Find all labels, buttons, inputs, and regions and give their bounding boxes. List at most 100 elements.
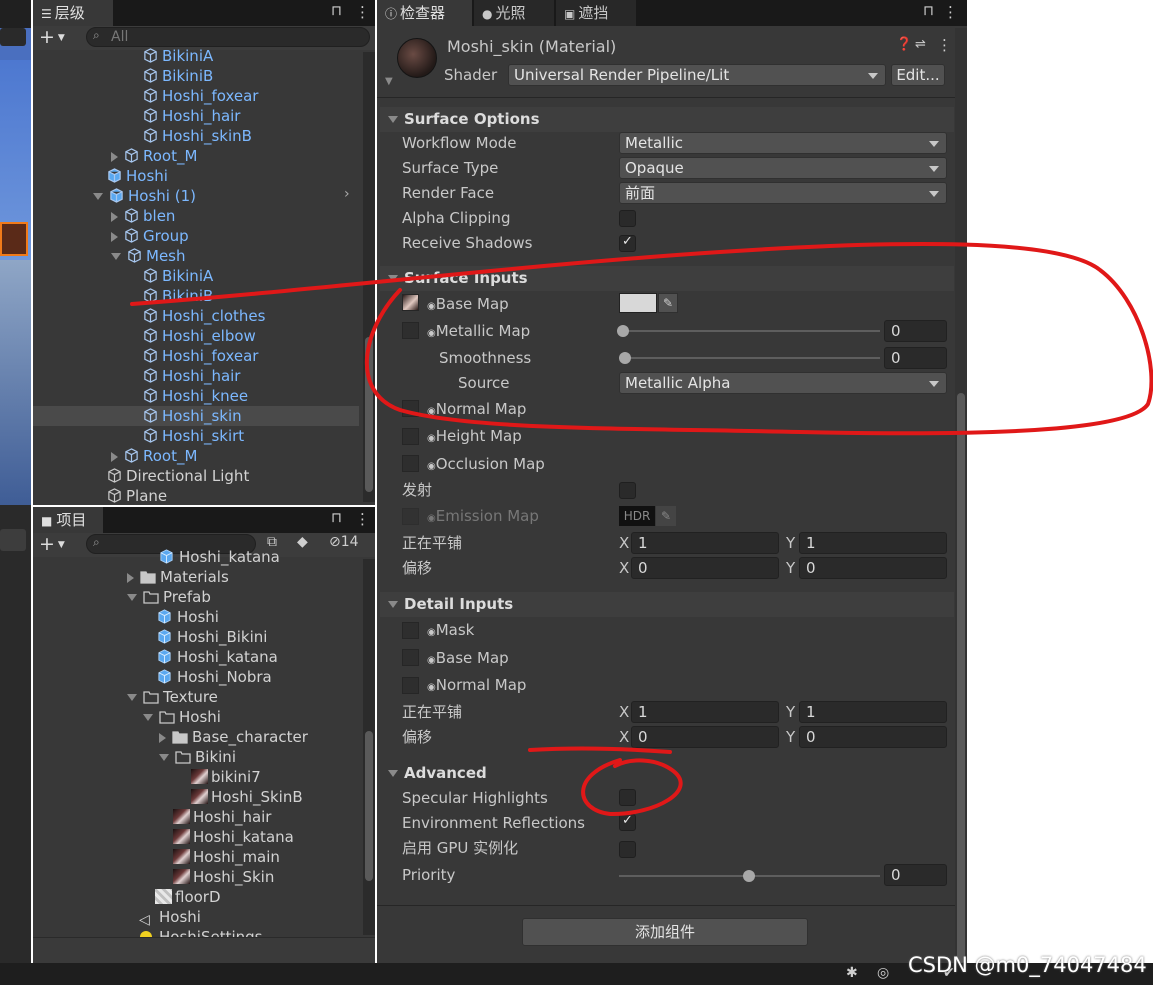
eyedropper-icon[interactable]: ✎ [658,293,678,313]
lock-icon[interactable]: ⊓ [923,3,934,19]
tab-project[interactable]: ■ 项目 [33,507,103,533]
hierarchy-item[interactable]: Hoshi_foxear [33,86,359,106]
hierarchy-item[interactable]: Plane [33,486,359,505]
collapsed-arrow-icon[interactable] [111,231,118,242]
add-component-button[interactable]: 添加组件 [522,918,808,946]
hierarchy-item[interactable]: Root_M [33,446,359,466]
expanded-arrow-icon[interactable] [143,714,153,721]
hierarchy-item[interactable]: blen [33,206,359,226]
project-item[interactable]: Bikini [33,747,359,767]
collapsed-arrow-icon[interactable] [159,732,166,743]
section-advanced[interactable]: Advanced [380,761,954,786]
expanded-arrow-icon[interactable] [93,193,103,200]
hierarchy-item[interactable]: Directional Light [33,466,359,486]
tiling-x-field[interactable]: 1 [631,532,779,554]
collapsed-arrow-icon[interactable] [111,451,118,462]
hierarchy-scrollbar[interactable] [363,52,375,502]
tiling-y-field[interactable]: 1 [799,532,947,554]
project-item[interactable]: Hoshi_katana [33,827,359,847]
workflow-mode-dropdown[interactable]: Metallic [619,132,947,154]
hierarchy-item[interactable]: BikiniA [33,266,359,286]
hierarchy-item[interactable]: Hoshi_clothes [33,306,359,326]
add-object-button[interactable]: + ▼ [39,27,77,47]
scene-view-strip[interactable] [0,0,31,505]
inspector-scrollbar[interactable] [955,28,967,963]
tab-hierarchy[interactable]: ☰ 层级 [33,0,113,26]
hierarchy-item[interactable]: Hoshi_hair [33,106,359,126]
project-item[interactable]: Hoshi_Nobra [33,667,359,687]
metallic-value-field[interactable]: 0 [884,320,947,342]
base-map-texture-slot[interactable] [402,294,419,311]
project-item[interactable]: Hoshi_Skin [33,867,359,887]
expanded-arrow-icon[interactable] [159,754,169,761]
project-item[interactable]: bikini7 [33,767,359,787]
project-item[interactable]: Hoshi [33,607,359,627]
cache-server-icon[interactable]: ◎ [877,965,889,981]
preset-icon[interactable]: ⇌ [915,37,926,52]
hierarchy-item[interactable]: Hoshi_skirt [33,426,359,446]
help-icon[interactable]: ❓ [896,37,912,52]
height-map-texture-slot[interactable] [402,428,419,445]
alpha-clipping-checkbox[interactable] [619,210,636,227]
base-map-color-swatch[interactable] [619,293,657,313]
shader-dropdown[interactable]: Universal Render Pipeline/Lit [508,64,886,86]
project-item[interactable]: Hoshi_hair [33,807,359,827]
project-item[interactable]: Hoshi_Bikini [33,627,359,647]
hierarchy-item[interactable]: Hoshi_knee [33,386,359,406]
receive-shadows-checkbox[interactable]: ✓ [619,234,636,252]
hierarchy-item[interactable]: Mesh [33,246,359,266]
metallic-map-texture-slot[interactable] [402,322,419,339]
detail-base-map-texture-slot[interactable] [402,649,419,666]
project-item[interactable]: ◁ Hoshi [33,907,359,928]
surface-type-dropdown[interactable]: Opaque [619,157,947,179]
project-item[interactable]: Base_character [33,727,359,747]
project-item[interactable]: Hoshi_main [33,847,359,867]
expanded-arrow-icon[interactable] [111,253,121,260]
project-scrollbar[interactable] [363,559,375,935]
smoothness-slider-knob[interactable] [619,352,631,364]
smoothness-slider-track[interactable] [624,357,880,359]
hierarchy-item[interactable]: Hoshi [33,166,359,186]
tab-lighting[interactable]: ● 光照 [474,0,554,26]
chevron-right-icon[interactable]: › [344,186,350,202]
more-menu-icon[interactable]: ⋮ [355,3,370,21]
environment-reflections-checkbox[interactable]: ✓ [619,813,636,831]
tab-occlusion[interactable]: ▣ 遮挡 [556,0,636,26]
priority-value-field[interactable]: 0 [884,864,947,886]
specular-highlights-checkbox[interactable] [619,789,636,806]
detail-normal-map-texture-slot[interactable] [402,677,419,694]
smoothness-value-field[interactable]: 0 [884,347,947,369]
offset-y-field[interactable]: 0 [799,557,947,579]
lock-icon[interactable]: ⊓ [331,3,342,19]
collapsed-arrow-icon[interactable] [111,211,118,222]
hierarchy-item[interactable]: Hoshi (1) [33,186,359,206]
section-surface-options[interactable]: Surface Options [380,107,954,132]
section-detail-inputs[interactable]: Detail Inputs [380,592,954,617]
collapse-arrow-icon[interactable]: ▼ [385,76,393,87]
expanded-arrow-icon[interactable] [127,694,137,701]
bug-icon[interactable]: ✱ [846,965,858,981]
lock-icon[interactable]: ⊓ [331,510,342,526]
emission-map-texture-slot[interactable] [402,508,419,525]
hierarchy-item[interactable]: BikiniB [33,286,359,306]
expanded-arrow-icon[interactable] [127,594,137,601]
project-item[interactable]: Hoshi [33,707,359,727]
detail-offset-x-field[interactable]: 0 [631,726,779,748]
eyedropper-icon[interactable]: ✎ [656,506,676,526]
edit-shader-button[interactable]: Edit... [891,64,945,86]
source-dropdown[interactable]: Metallic Alpha [619,372,947,394]
priority-slider-knob[interactable] [743,870,755,882]
hierarchy-item[interactable]: Hoshi_elbow [33,326,359,346]
emission-checkbox[interactable] [619,482,636,499]
project-item[interactable]: Prefab [33,587,359,607]
project-item[interactable]: Hoshi_katana [33,547,359,567]
hierarchy-search-input[interactable]: ⌕ All [86,27,370,47]
hierarchy-item[interactable]: BikiniB [33,66,359,86]
more-menu-icon[interactable]: ⋮ [943,3,958,21]
detail-tiling-x-field[interactable]: 1 [631,701,779,723]
hierarchy-item[interactable]: Group [33,226,359,246]
emission-hdr-color[interactable]: HDR [619,506,655,526]
hierarchy-item[interactable]: Root_M [33,146,359,166]
detail-tiling-y-field[interactable]: 1 [799,701,947,723]
gpu-instancing-checkbox[interactable] [619,841,636,858]
